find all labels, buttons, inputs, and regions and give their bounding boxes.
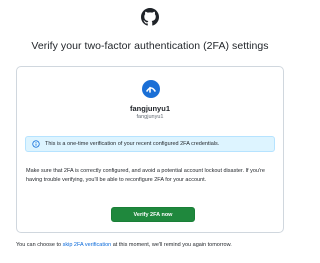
skip-verification-link[interactable]: skip 2FA verification	[63, 242, 112, 248]
github-icon[interactable]	[141, 8, 159, 26]
footer-suffix: at this moment, we'll remind you again t…	[111, 242, 232, 248]
page-title: Verify your two-factor authentication (2…	[31, 40, 269, 52]
flash-notice: This is a one-time verification of your …	[25, 136, 275, 152]
verification-card: fangjunyu1 fangjunyu1 This is a one-time…	[16, 66, 284, 233]
flash-text: This is a one-time verification of your …	[45, 140, 220, 147]
account-username: fangjunyu1	[129, 104, 170, 113]
footer-text: You can choose to skip 2FA verification …	[16, 242, 296, 248]
account-login: fangjunyu1	[136, 114, 164, 120]
footer-prefix: You can choose to	[16, 242, 63, 248]
verify-2fa-button[interactable]: Verify 2FA now	[111, 207, 195, 222]
description-text: Make sure that 2FA is correctly configur…	[26, 168, 265, 183]
user-avatar-icon	[142, 80, 160, 98]
info-icon	[32, 140, 40, 148]
